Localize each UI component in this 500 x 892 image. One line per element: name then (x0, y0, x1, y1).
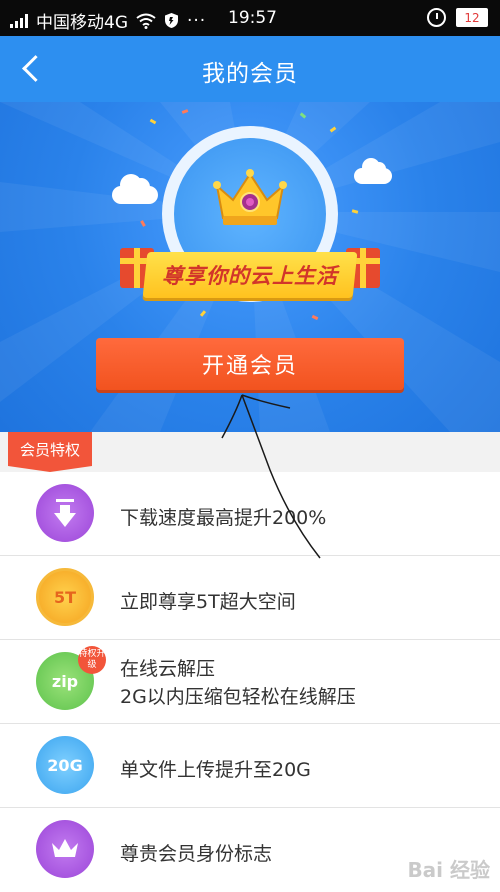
perks-tag: 会员特权 (8, 432, 92, 466)
perk-text: 尊贵会员身份标志 (120, 839, 272, 866)
wifi-icon (136, 13, 156, 29)
cloud-decoration (112, 186, 158, 204)
list-item[interactable]: zip 特权升级 在线云解压 2G以内压缩包轻松在线解压 (0, 640, 500, 724)
perks-section-header: 会员特权 (0, 432, 500, 472)
list-item[interactable]: 下载速度最高提升200% (0, 472, 500, 556)
member-crown-icon (36, 820, 94, 878)
page-title: 我的会员 (0, 54, 500, 88)
perk-text: 下载速度最高提升200% (120, 503, 326, 530)
perk-title: 在线云解压 (120, 655, 356, 683)
perk-text: 单文件上传提升至20G (120, 755, 311, 782)
watermark: Bai 经验 (407, 854, 490, 883)
crown-icon (213, 168, 287, 228)
slogan-ribbon: 尊享你的云上生活 (143, 252, 358, 298)
signal-icon (10, 14, 28, 28)
icon-label: 5T (54, 588, 76, 607)
activate-membership-button[interactable]: 开通会员 (96, 338, 404, 390)
upload-20g-icon: 20G (36, 736, 94, 794)
list-item[interactable]: 20G 单文件上传提升至20G (0, 724, 500, 808)
status-bar: 中国移动4G ··· 19:57 12 (0, 0, 500, 36)
alarm-icon (427, 8, 446, 27)
perks-list: 下载速度最高提升200% 5T 立即尊享5T超大空间 zip 特权升级 在线云解… (0, 472, 500, 892)
upgrade-badge: 特权升级 (78, 646, 106, 674)
title-bar: 我的会员 (0, 36, 500, 102)
shield-icon (164, 12, 179, 29)
list-item[interactable]: 5T 立即尊享5T超大空间 (0, 556, 500, 640)
perk-text: 立即尊享5T超大空间 (120, 587, 296, 614)
storage-5t-icon: 5T (36, 568, 94, 626)
slogan-text: 尊享你的云上生活 (162, 260, 338, 290)
icon-label: zip (52, 672, 78, 691)
cloud-decoration (354, 168, 392, 184)
battery-icon: 12 (456, 8, 488, 27)
carrier-label: 中国移动4G (36, 8, 128, 33)
member-banner: 尊享你的云上生活 开通会员 (0, 102, 500, 432)
battery-level: 12 (464, 11, 479, 25)
icon-label: 20G (47, 756, 82, 775)
more-dots-icon: ··· (187, 11, 206, 31)
perk-text: 在线云解压 2G以内压缩包轻松在线解压 (120, 655, 356, 711)
download-speed-icon (36, 484, 94, 542)
perk-subtitle: 2G以内压缩包轻松在线解压 (120, 683, 356, 711)
clock: 19:57 (228, 8, 277, 28)
